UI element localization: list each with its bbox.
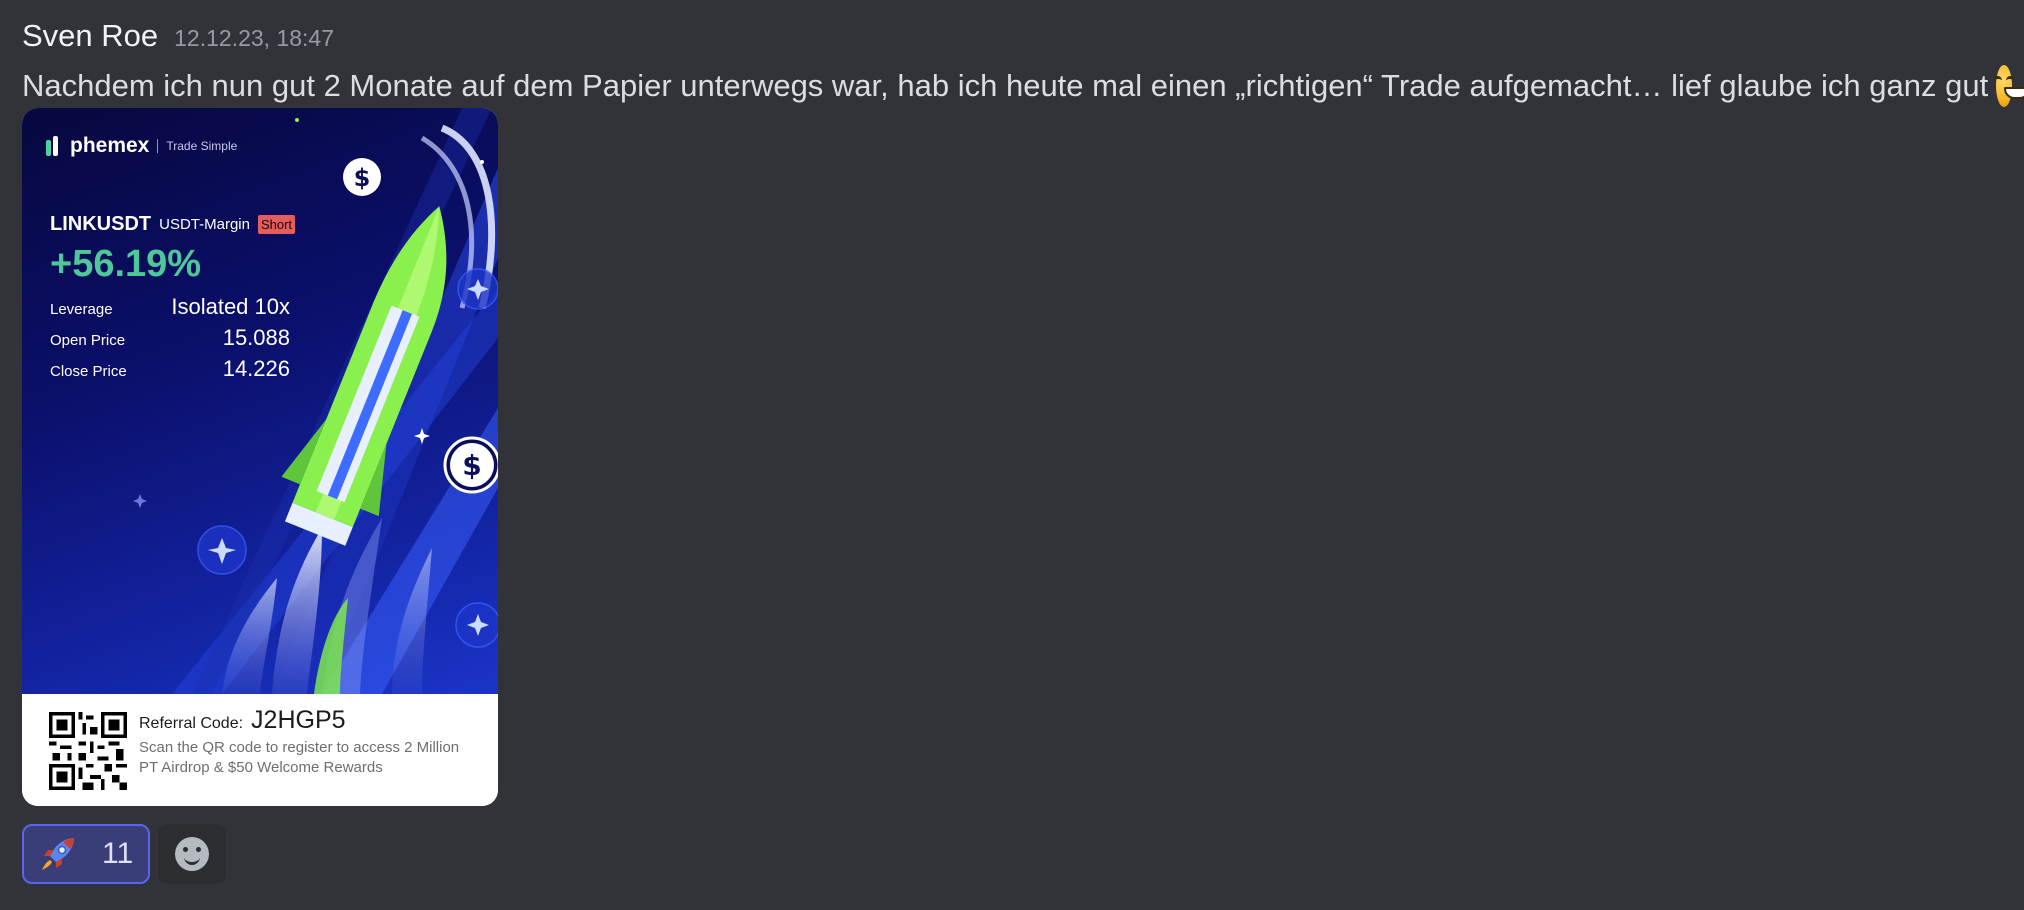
stat-label: Close Price xyxy=(50,363,127,380)
reaction-count: 11 xyxy=(102,837,134,870)
trade-share-artwork: $ $ phemex Trade Simple LINKUSDT USDT-Ma… xyxy=(22,108,498,694)
rocket-icon xyxy=(42,838,74,870)
logo-divider xyxy=(157,139,159,153)
qr-code-icon xyxy=(49,712,127,790)
phemex-logo-icon xyxy=(46,136,62,156)
brand-tagline: Trade Simple xyxy=(166,139,238,153)
side-badge: Short xyxy=(257,215,296,234)
phemex-logo: phemex Trade Simple xyxy=(46,134,237,158)
trade-pair: LINKUSDT xyxy=(50,213,152,235)
referral-footer: Referral Code: J2HGP5 Scan the QR code t… xyxy=(22,694,498,806)
image-attachment[interactable]: $ $ phemex Trade Simple LINKUSDT USDT-Ma… xyxy=(22,108,498,806)
referral-line: Referral Code: J2HGP5 xyxy=(139,706,346,735)
stat-leverage: Leverage Isolated 10x xyxy=(50,294,290,320)
brand-name: phemex xyxy=(70,134,150,157)
stat-label: Leverage xyxy=(50,301,113,318)
trade-pair-row: LINKUSDT USDT-Margin Short xyxy=(50,213,296,236)
margin-type: USDT-Margin xyxy=(159,216,250,233)
pnl-percent: +56.19% xyxy=(50,243,202,285)
stat-label: Open Price xyxy=(50,332,126,349)
svg-text:$: $ xyxy=(462,449,481,482)
message: Sven Roe 12.12.23, 18:47 Nachdem ich nun… xyxy=(22,18,2024,110)
add-reaction-button[interactable] xyxy=(158,824,226,884)
rocket-illustration: $ $ xyxy=(133,108,498,694)
reaction-rocket[interactable]: 11 xyxy=(22,824,150,884)
add-reaction-smile-icon xyxy=(175,837,209,871)
message-header: Sven Roe 12.12.23, 18:47 xyxy=(22,18,2012,58)
svg-text:$: $ xyxy=(354,164,371,192)
stat-value: Isolated 10x xyxy=(171,294,290,319)
stat-open-price: Open Price 15.088 xyxy=(50,325,290,351)
referral-description: Scan the QR code to register to access 2… xyxy=(139,739,460,776)
stat-close-price: Close Price 14.226 xyxy=(50,356,290,382)
message-content: Nachdem ich nun gut 2 Monate auf dem Pap… xyxy=(22,62,2024,110)
stat-value: 14.226 xyxy=(222,356,290,381)
message-text: Nachdem ich nun gut 2 Monate auf dem Pap… xyxy=(22,68,1989,103)
stat-value: 15.088 xyxy=(222,325,290,350)
referral-label: Referral Code: xyxy=(139,715,244,732)
timestamp[interactable]: 12.12.23, 18:47 xyxy=(174,25,334,52)
referral-code: J2HGP5 xyxy=(251,706,346,734)
grinning-face-emoji-icon xyxy=(1994,65,2024,107)
username[interactable]: Sven Roe xyxy=(22,18,158,54)
